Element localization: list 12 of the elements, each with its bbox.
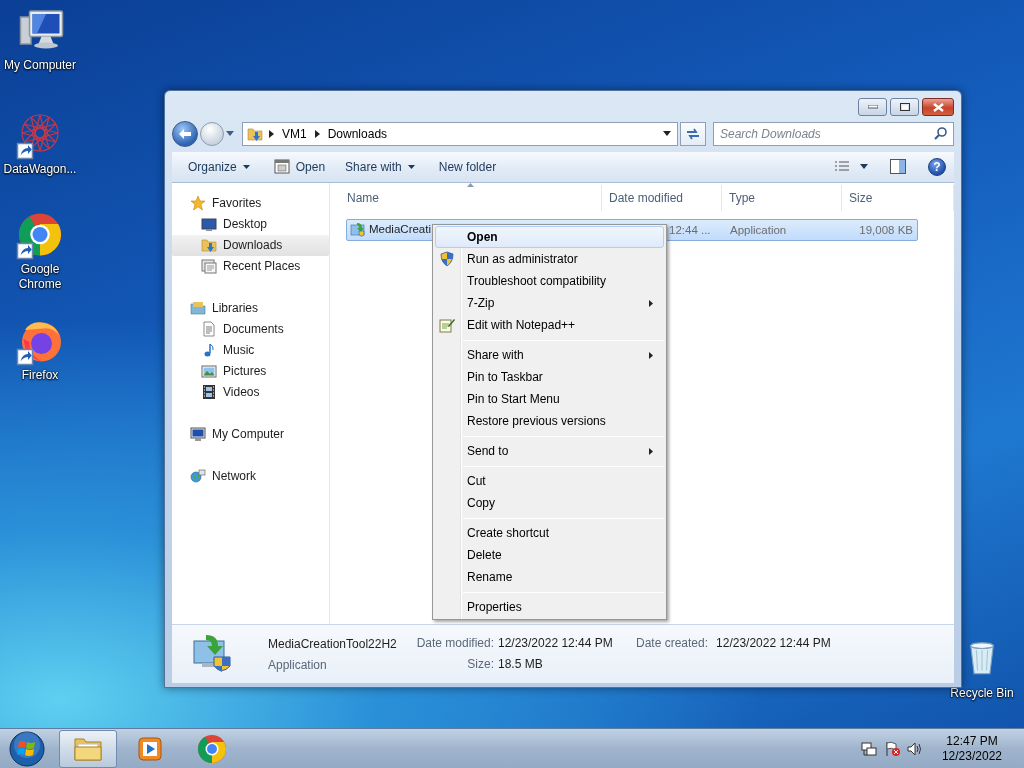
table-cell: Application <box>730 223 787 236</box>
table-cell-text: MediaCreati <box>369 222 431 238</box>
field-value: 12/23/2022 12:44 PM <box>716 634 831 652</box>
table-cell: 19,008 KB <box>859 223 913 236</box>
field-label: Size: <box>466 655 494 673</box>
file-type: Application <box>268 656 328 674</box>
field-value: 12/23/2022 12:44 PM <box>498 634 614 652</box>
field-label: Date created: <box>636 634 710 652</box>
field-label: Date modified: <box>415 634 494 652</box>
field-value: 18.5 MB <box>498 655 544 673</box>
file-name: MediaCreationTool22H2 <box>268 635 398 653</box>
table-cell: 12:44 ... <box>669 223 711 236</box>
